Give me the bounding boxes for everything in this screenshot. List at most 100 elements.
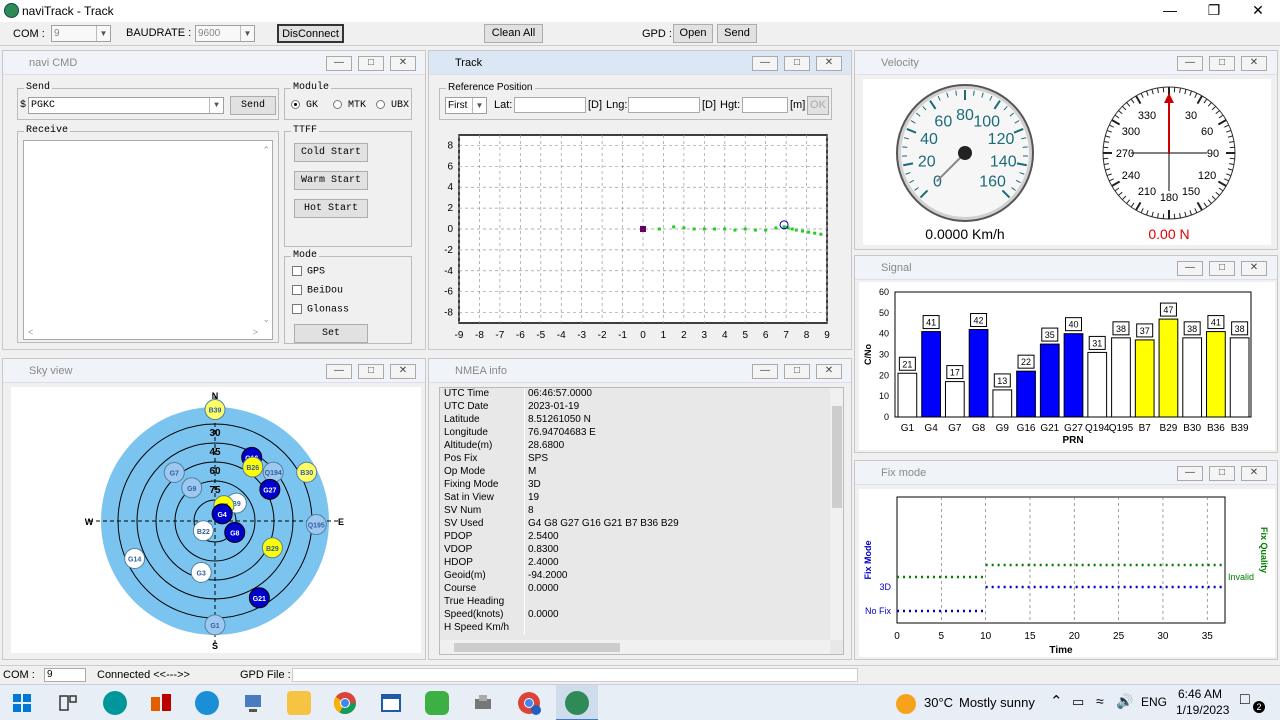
maximize-icon[interactable]: □ (358, 56, 384, 71)
minimize-icon[interactable]: — (1177, 56, 1203, 71)
language-indicator[interactable]: ENG (1141, 695, 1167, 709)
satellite-label: Q195 (308, 523, 325, 530)
scroll-down-icon[interactable]: ⌄ (262, 314, 270, 325)
close-icon[interactable]: ✕ (390, 364, 416, 379)
gpd-open-button[interactable]: Open (673, 24, 713, 43)
scroll-left-icon[interactable]: < (28, 327, 33, 337)
scroll-thumb[interactable] (832, 406, 842, 508)
minimize-icon[interactable]: — (326, 364, 352, 379)
track-y-tick: 0 (447, 224, 453, 235)
nmea-key: HDOP (444, 557, 473, 568)
module-option-gk[interactable]: GK (291, 100, 318, 111)
lat-input[interactable] (514, 97, 586, 113)
disconnect-button[interactable]: DisConnect (277, 24, 344, 43)
maximize-icon[interactable]: □ (1209, 466, 1235, 481)
track-origin-marker (640, 226, 646, 232)
hgt-input[interactable] (742, 97, 788, 113)
first-select[interactable]: First ▼ (445, 97, 487, 114)
mode-gps-checkbox[interactable]: GPS (292, 266, 325, 278)
minimize-icon[interactable]: — (752, 56, 778, 71)
signal-x-tick: B36 (1207, 423, 1225, 434)
maximize-icon[interactable]: □ (784, 56, 810, 71)
lng-input[interactable] (628, 97, 700, 113)
close-icon[interactable]: ✕ (1241, 466, 1267, 481)
file-explorer-icon[interactable] (287, 691, 311, 715)
minimize-icon[interactable]: — (752, 364, 778, 379)
nmea-row: Geoid(m) -94.2000 (440, 570, 830, 583)
receive-textarea[interactable]: ⌃ ⌄ < > (23, 140, 273, 340)
battery-icon[interactable]: ▭ (1072, 694, 1084, 710)
nmea-key: H Speed Km/h (444, 622, 510, 633)
cold-start-button[interactable]: Cold Start (294, 143, 368, 162)
taskbar: 30°C Mostly sunny ⌃ ▭ ≈ 🔊 ENG 6:46 AM 1/… (0, 684, 1280, 720)
start-icon[interactable] (10, 691, 34, 715)
tray-chevron-icon[interactable]: ⌃ (1050, 692, 1063, 710)
nmea-key: Op Mode (444, 466, 486, 477)
notepad-icon[interactable] (379, 691, 403, 715)
signal-bar (921, 331, 941, 418)
chrome-icon[interactable] (333, 691, 357, 715)
notification-icon[interactable]: □ (1240, 691, 1250, 709)
scroll-up-icon[interactable]: ⌃ (262, 145, 270, 156)
volume-icon[interactable]: 🔊 (1116, 693, 1133, 710)
bucket-app-icon[interactable] (425, 691, 449, 715)
send-command-input[interactable]: PGKC ▼ (28, 97, 224, 114)
track-y-tick: -2 (444, 245, 453, 256)
horizontal-scrollbar[interactable] (440, 640, 830, 654)
track-y-tick: 4 (447, 182, 453, 193)
maximize-icon[interactable]: □ (1209, 261, 1235, 276)
weather-icon[interactable] (896, 694, 916, 714)
wifi-icon[interactable]: ≈ (1096, 693, 1104, 709)
signal-x-tick: G8 (972, 423, 986, 434)
maximize-icon[interactable]: □ (1209, 56, 1235, 71)
send-command-button[interactable]: Send (230, 96, 276, 115)
maximize-icon[interactable]: □ (358, 364, 384, 379)
clean-all-button[interactable]: Clean All (484, 24, 543, 43)
signal-bar (1039, 343, 1060, 418)
chrome-profile-icon[interactable] (517, 691, 541, 715)
nmea-title: NMEA info (455, 365, 507, 377)
close-icon[interactable]: ✕ (390, 56, 416, 71)
clock-time[interactable]: 6:46 AM (1178, 687, 1222, 701)
baudrate-select[interactable]: 9600 ▼ (195, 25, 255, 42)
module-option-ubx[interactable]: UBX (376, 100, 409, 111)
scroll-thumb[interactable] (454, 643, 620, 652)
scroll-right-icon[interactable]: > (253, 327, 258, 337)
close-icon[interactable]: ✕ (1241, 261, 1267, 276)
module-option-mtk[interactable]: MTK (333, 100, 366, 111)
ok-button[interactable]: OK (807, 96, 829, 115)
close-icon[interactable]: ✕ (816, 364, 842, 379)
mode-glonass-checkbox[interactable]: Glonass (292, 304, 349, 316)
restore-icon[interactable]: ❐ (1192, 0, 1236, 22)
warm-start-button[interactable]: Warm Start (294, 171, 368, 190)
maximize-icon[interactable]: □ (784, 364, 810, 379)
signal-header: Signal — □ ✕ (855, 256, 1277, 280)
minimize-icon[interactable]: — (1177, 261, 1203, 276)
gpd-send-button[interactable]: Send (717, 24, 757, 43)
hot-start-button[interactable]: Hot Start (294, 199, 368, 218)
close-icon[interactable]: ✕ (816, 56, 842, 71)
nmea-row: Speed(knots) 0.0000 (440, 609, 830, 622)
minimize-icon[interactable]: — (1177, 466, 1203, 481)
nmea-value: 2023-01-19 (528, 401, 580, 412)
mode-beidou-checkbox[interactable]: BeiDou (292, 285, 343, 297)
clock-date[interactable]: 1/19/2023 (1176, 703, 1229, 717)
signal-value-label: 42 (974, 316, 984, 326)
com-select[interactable]: 9 ▼ (51, 25, 111, 42)
arduino-icon[interactable] (103, 691, 127, 715)
edge-icon[interactable] (195, 691, 219, 715)
navitrack-taskbar-button[interactable] (556, 685, 598, 720)
set-button[interactable]: Set (294, 324, 368, 343)
chevron-down-icon: ▼ (240, 26, 254, 41)
device-manager-icon[interactable] (471, 691, 495, 715)
nmea-table[interactable]: UTC Time 06:46:57.0000 UTC Date 2023-01-19 L… (439, 387, 844, 655)
minimize-icon[interactable]: — (1148, 0, 1192, 22)
minimize-icon[interactable]: — (326, 56, 352, 71)
task-view-icon[interactable] (56, 691, 80, 715)
network-tool-icon[interactable] (241, 691, 265, 715)
app-icon[interactable] (149, 691, 173, 715)
vertical-scrollbar[interactable] (830, 388, 843, 640)
close-icon[interactable]: ✕ (1241, 56, 1267, 71)
signal-bar (1206, 331, 1226, 418)
close-icon[interactable]: ✕ (1236, 0, 1280, 22)
